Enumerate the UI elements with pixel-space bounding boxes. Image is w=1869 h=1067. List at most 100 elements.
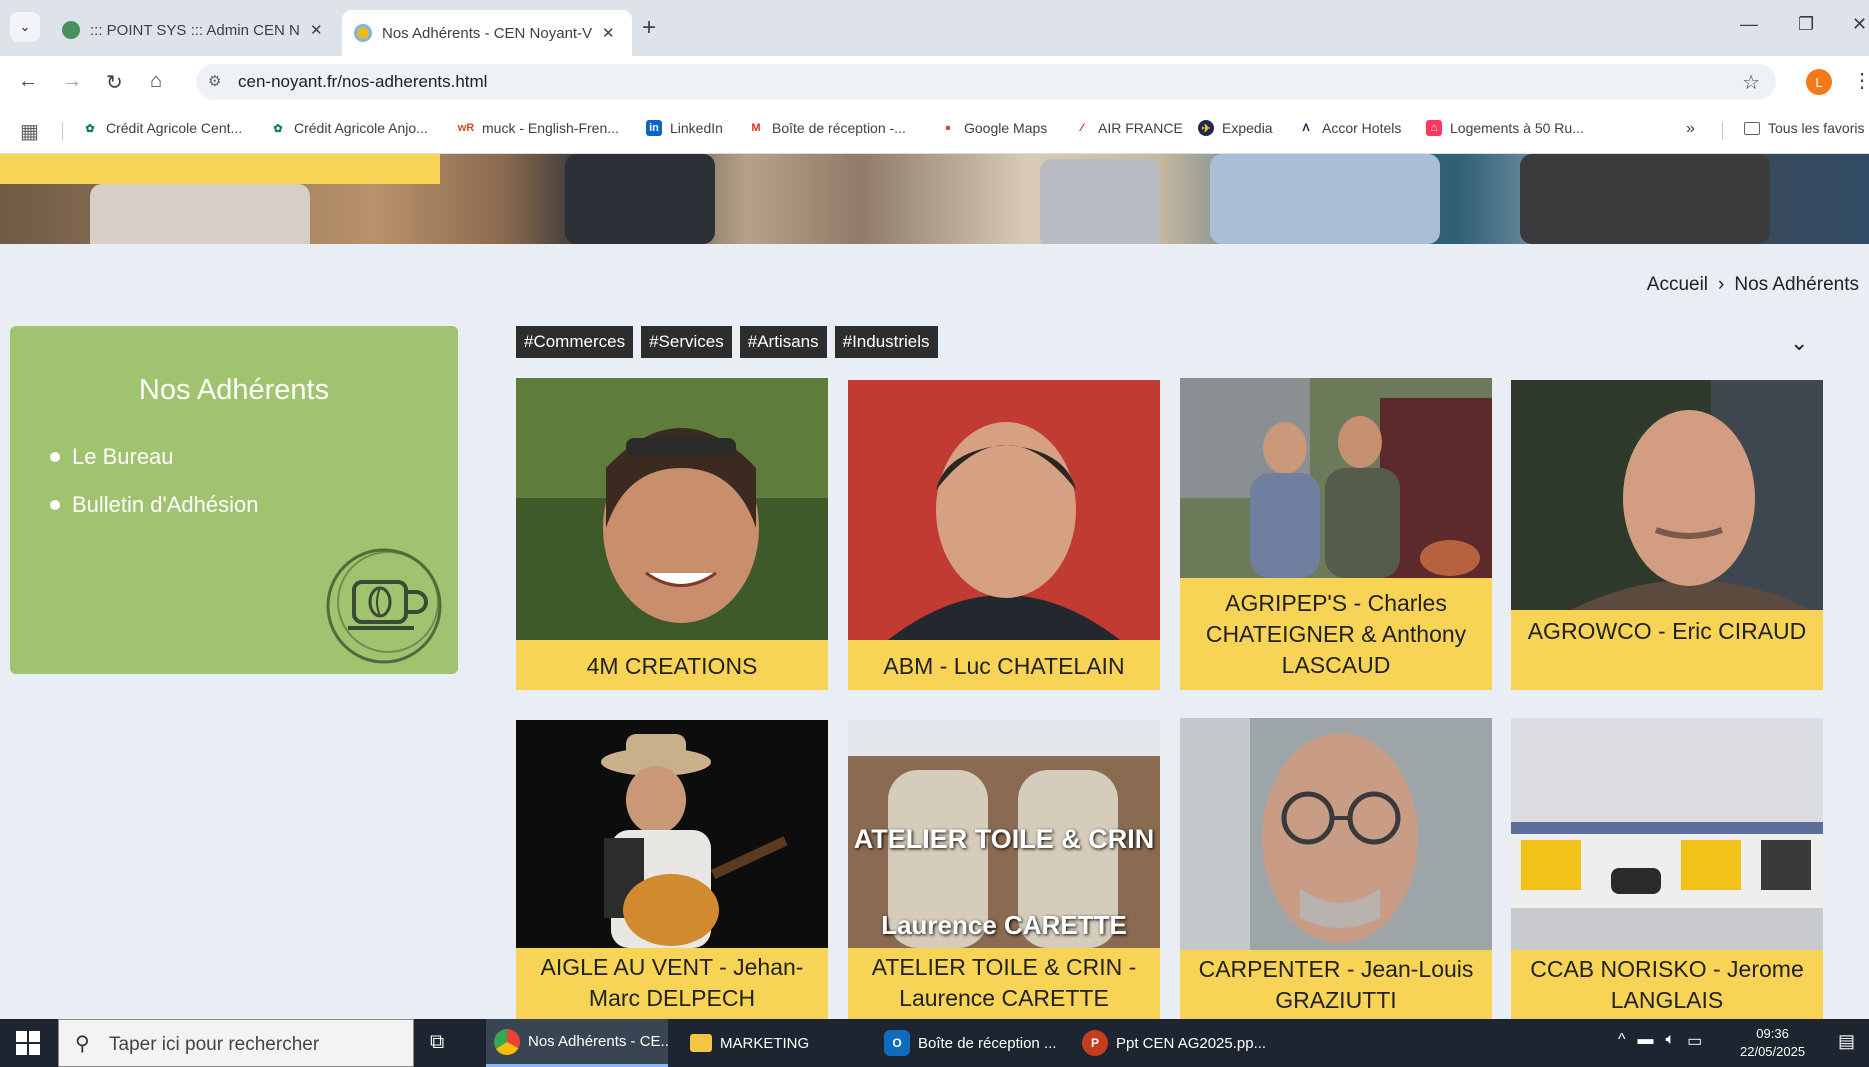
member-card[interactable]: CARPENTER - Jean-Louis GRAZIUTTI: [1180, 718, 1492, 1020]
bookmark-gmail[interactable]: M Boîte de réception -...: [748, 120, 905, 136]
member-card[interactable]: CCAB NORISKO - Jerome LANGLAIS: [1511, 718, 1823, 1020]
windows-taskbar: ⚲ Taper ici pour rechercher ⧉ Nos Adhére…: [0, 1019, 1869, 1067]
system-tray: ^ ▬ 🔈︎ ▭: [1618, 1031, 1702, 1051]
folder-icon: [1744, 121, 1760, 135]
wr-icon: wR: [457, 122, 475, 134]
network-icon[interactable]: ▬: [1638, 1031, 1654, 1051]
bookmarks-divider: [62, 122, 63, 140]
hero-person-shape: [1210, 154, 1440, 244]
sidebar-link-le-bureau[interactable]: Le Bureau: [50, 444, 174, 470]
linkedin-icon: in: [646, 120, 662, 136]
chevron-down-icon[interactable]: ⌄: [1790, 330, 1808, 356]
bookmark-credit-agricole-centre[interactable]: ✿ Crédit Agricole Cent...: [82, 120, 242, 136]
minimize-icon[interactable]: —: [1740, 14, 1758, 35]
apps-grid-icon[interactable]: ▦: [20, 119, 39, 144]
member-name: CCAB NORISKO - Jerome LANGLAIS: [1530, 956, 1804, 1013]
bookmark-linkedin[interactable]: in LinkedIn: [646, 120, 723, 136]
all-bookmarks-folder[interactable]: Tous les favoris: [1744, 120, 1864, 136]
close-window-icon[interactable]: ✕: [1852, 14, 1867, 35]
cen-favicon-icon: [354, 24, 372, 42]
member-photo: [516, 378, 828, 640]
bookmark-credit-agricole-anjou[interactable]: ✿ Crédit Agricole Anjo...: [270, 120, 427, 136]
browser-menu-icon[interactable]: ⋮: [1852, 68, 1869, 93]
volume-icon[interactable]: 🔈︎: [1666, 1031, 1676, 1051]
photo-overlay-title: ATELIER TOILE & CRIN: [853, 824, 1155, 854]
taskbar-app-powerpoint[interactable]: P Ppt CEN AG2025.pp...: [1074, 1019, 1274, 1067]
member-card[interactable]: ABM - Luc CHATELAIN: [848, 380, 1160, 690]
breadcrumb-home-link[interactable]: Accueil: [1647, 274, 1708, 296]
expedia-icon: ✈: [1198, 120, 1214, 136]
hero-yellow-band: [0, 154, 440, 184]
maps-icon: ●: [944, 122, 952, 134]
taskbar-search-box[interactable]: ⚲ Taper ici pour rechercher: [58, 1019, 414, 1067]
sidebar-link-bulletin-adhesion[interactable]: Bulletin d'Adhésion: [50, 492, 258, 518]
search-icon: ⚲: [75, 1033, 90, 1055]
bookmark-air-france[interactable]: ⁄ AIR FRANCE: [1074, 120, 1183, 136]
coffee-cup-icon: [326, 548, 442, 664]
tab-close-icon[interactable]: ✕: [602, 24, 615, 42]
category-filters: #Commerces #Services #Artisans #Industri…: [516, 326, 938, 358]
new-tab-button[interactable]: +: [642, 14, 656, 42]
filter-artisans[interactable]: #Artisans: [739, 326, 827, 358]
windows-start-icon[interactable]: [16, 1031, 40, 1055]
maximize-icon[interactable]: ❐: [1798, 14, 1814, 35]
task-view-icon[interactable]: ⧉: [430, 1031, 444, 1054]
member-card[interactable]: AGRIPEP'S - Charles CHATEIGNER & Anthony…: [1180, 378, 1492, 690]
tab-nos-adherents[interactable]: Nos Adhérents - CEN Noyant-V ✕: [342, 10, 632, 56]
bullet-icon: [50, 452, 60, 462]
member-photo: [516, 720, 828, 948]
airbnb-icon: ⌂: [1426, 120, 1442, 136]
member-name: AIGLE AU VENT - Jehan-Marc DELPECH: [540, 954, 804, 1011]
notification-center-icon[interactable]: ▤: [1838, 1031, 1855, 1052]
member-card[interactable]: AGROWCO - Eric CIRAUD: [1511, 380, 1823, 690]
site-info-icon[interactable]: ⚙: [208, 72, 221, 90]
bookmarks-overflow-button[interactable]: »: [1686, 120, 1695, 138]
member-photo: [1180, 378, 1492, 578]
bookmarks-divider: [1722, 122, 1723, 140]
filter-industriels[interactable]: #Industriels: [834, 326, 938, 358]
display-icon[interactable]: ▭: [1687, 1031, 1702, 1051]
home-icon[interactable]: ⌂: [150, 70, 162, 93]
taskbar-app-explorer[interactable]: MARKETING: [682, 1019, 862, 1067]
bookmark-expedia[interactable]: ✈ Expedia: [1198, 120, 1273, 136]
bookmark-wordreference[interactable]: wR muck - English-Fren...: [458, 120, 619, 136]
taskbar-app-chrome[interactable]: Nos Adhérents - CE...: [486, 1019, 668, 1067]
taskbar-clock[interactable]: 09:36 22/05/2025: [1740, 1025, 1805, 1061]
hero-person-shape: [90, 184, 310, 244]
sidebar-title: Nos Adhérents: [138, 374, 330, 406]
member-name: ABM - Luc CHATELAIN: [883, 653, 1125, 679]
tab-close-icon[interactable]: ✕: [310, 21, 323, 39]
ca-icon: ✿: [85, 122, 95, 135]
accor-icon: Λ: [1302, 122, 1310, 134]
member-card[interactable]: AIGLE AU VENT - Jehan-Marc DELPECH: [516, 720, 828, 1020]
outlook-icon: O: [884, 1030, 910, 1056]
breadcrumb-separator: ›: [1718, 274, 1725, 295]
taskbar-app-outlook[interactable]: O Boîte de réception ...: [876, 1019, 1062, 1067]
profile-avatar[interactable]: L: [1806, 69, 1832, 95]
tab-point-sys[interactable]: ::: POINT SYS ::: Admin CEN Noy ✕: [50, 10, 340, 50]
member-card[interactable]: 4M CREATIONS: [516, 378, 828, 690]
member-name: AGROWCO - Eric CIRAUD: [1527, 618, 1807, 644]
tab-title: Nos Adhérents - CEN Noyant-V: [382, 24, 592, 42]
member-card[interactable]: ATELIER TOILE & CRIN Laurence CARETTE AT…: [848, 720, 1160, 1020]
tray-chevron-up-icon[interactable]: ^: [1618, 1031, 1626, 1051]
bookmark-star-icon[interactable]: ☆: [1742, 70, 1760, 95]
omnibox[interactable]: ⚙ cen-noyant.fr/nos-adherents.html ☆: [196, 64, 1776, 100]
bookmark-accor-hotels[interactable]: Λ Accor Hotels: [1298, 120, 1401, 136]
back-icon[interactable]: ←: [18, 70, 38, 93]
reload-icon[interactable]: ↻: [106, 70, 123, 95]
bookmark-google-maps[interactable]: ● Google Maps: [940, 120, 1048, 136]
chrome-icon: [494, 1028, 520, 1055]
tab-search-chevron-icon[interactable]: ⌄: [10, 12, 40, 42]
hero-person-shape: [1520, 154, 1770, 244]
url-text[interactable]: cen-noyant.fr/nos-adherents.html: [238, 72, 487, 92]
forward-icon[interactable]: →: [62, 70, 82, 93]
address-bar: ← → ↻ ⌂ ⚙ cen-noyant.fr/nos-adherents.ht…: [0, 56, 1869, 108]
bookmark-airbnb[interactable]: ⌂ Logements à 50 Ru...: [1426, 120, 1584, 136]
member-name: CARPENTER - Jean-Louis GRAZIUTTI: [1198, 956, 1474, 1013]
filter-commerces[interactable]: #Commerces: [516, 326, 634, 358]
member-photo: [848, 380, 1160, 640]
hero-laptop-shape: [1040, 159, 1160, 244]
filter-services[interactable]: #Services: [641, 326, 732, 358]
breadcrumb-current: Nos Adhérents: [1734, 274, 1859, 295]
